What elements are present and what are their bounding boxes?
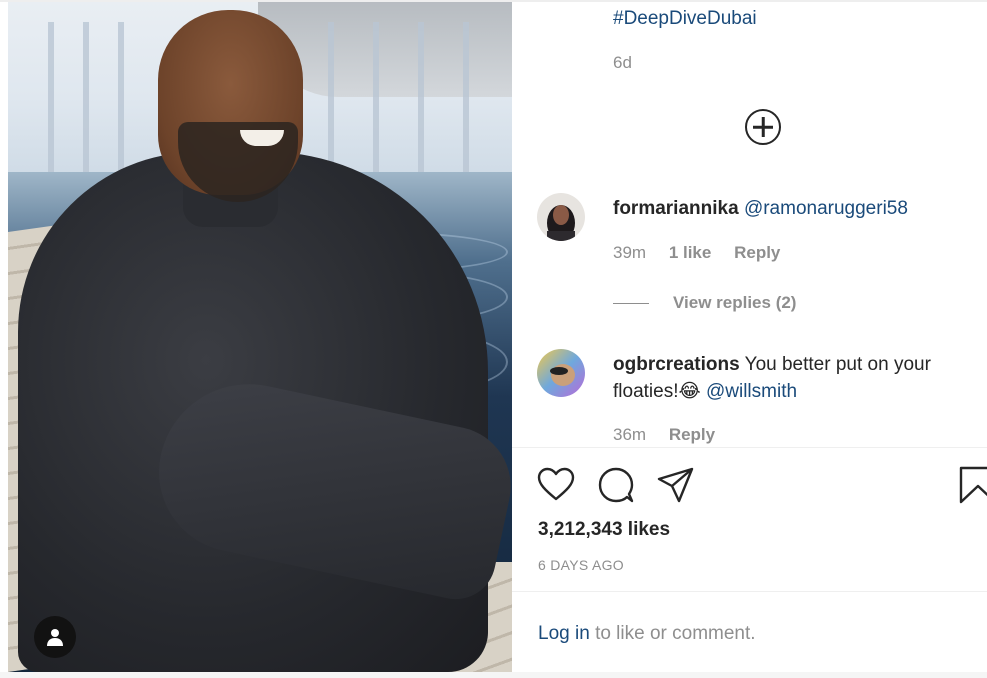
media-window-column bbox=[118, 22, 124, 172]
login-link[interactable]: Log in bbox=[538, 623, 590, 644]
view-replies-label: View replies (2) bbox=[673, 293, 797, 312]
comment-avatar[interactable] bbox=[537, 349, 585, 397]
comment-item: ogbrcreations You better put on your flo… bbox=[537, 349, 982, 449]
comment-text: formariannika @ramonaruggeri58 bbox=[613, 195, 983, 222]
like-button[interactable] bbox=[537, 466, 575, 504]
comment-username[interactable]: ogbrcreations bbox=[613, 354, 740, 375]
avatar-image bbox=[537, 193, 585, 241]
likes-count[interactable]: 3,212,343 likes bbox=[538, 519, 670, 541]
media-window-column bbox=[328, 22, 334, 172]
divider bbox=[512, 591, 987, 592]
media-window-column bbox=[83, 22, 89, 172]
login-prompt-text: to like or comment. bbox=[595, 623, 756, 644]
login-prompt: Log in to like or comment. bbox=[538, 623, 756, 645]
replies-line bbox=[613, 303, 649, 305]
action-bar bbox=[537, 466, 987, 506]
comment-username[interactable]: formariannika bbox=[613, 198, 739, 219]
comment-time[interactable]: 36m bbox=[613, 425, 646, 444]
save-button[interactable] bbox=[959, 466, 987, 504]
bookmark-icon bbox=[959, 466, 987, 504]
comment-mention[interactable]: @willsmith bbox=[706, 381, 797, 402]
comment-meta: 36m Reply bbox=[613, 425, 733, 445]
user-icon bbox=[47, 629, 63, 646]
bottom-border bbox=[0, 672, 987, 678]
tagged-user-button[interactable] bbox=[34, 616, 76, 658]
media-window-column bbox=[48, 22, 54, 172]
post-timestamp[interactable]: 6 DAYS AGO bbox=[538, 557, 624, 573]
divider bbox=[512, 447, 987, 448]
comment-reply-button[interactable]: Reply bbox=[734, 243, 780, 262]
comment-bubble-icon bbox=[598, 467, 634, 503]
media-window-column bbox=[418, 22, 424, 172]
post-side-panel: #DeepDiveDubai 6d formariannika @ramonar… bbox=[512, 0, 987, 678]
comment-button[interactable] bbox=[597, 466, 635, 504]
share-button[interactable] bbox=[657, 466, 695, 504]
media-window-column bbox=[463, 22, 469, 172]
caption-hashtag[interactable]: #DeepDiveDubai bbox=[613, 8, 757, 30]
comment-meta: 39m 1 like Reply bbox=[613, 243, 798, 263]
post-media-video[interactable] bbox=[8, 2, 512, 672]
view-replies-button[interactable]: View replies (2) bbox=[613, 293, 796, 313]
avatar-image bbox=[537, 349, 585, 397]
heart-icon bbox=[537, 467, 575, 501]
caption-time[interactable]: 6d bbox=[613, 53, 632, 73]
paper-plane-icon bbox=[657, 467, 694, 503]
comment-reply-button[interactable]: Reply bbox=[669, 425, 715, 444]
comment-time[interactable]: 39m bbox=[613, 243, 646, 262]
load-more-comments-button[interactable] bbox=[745, 109, 781, 145]
comment-avatar[interactable] bbox=[537, 193, 585, 241]
media-window-column bbox=[373, 22, 379, 172]
comment-mention[interactable]: @ramonaruggeri58 bbox=[744, 198, 908, 219]
comment-text: ogbrcreations You better put on your flo… bbox=[613, 351, 983, 405]
comment-likes[interactable]: 1 like bbox=[669, 243, 712, 262]
